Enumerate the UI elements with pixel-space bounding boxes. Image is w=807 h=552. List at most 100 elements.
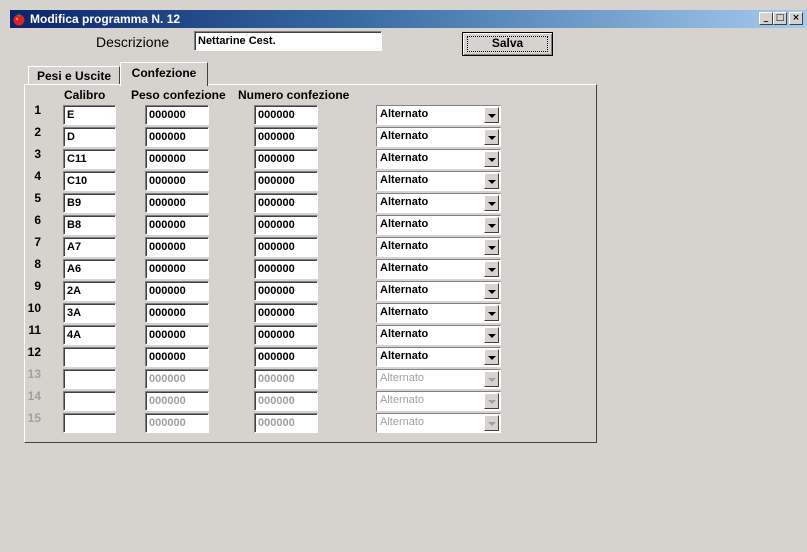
tipo-confezione-value: Alternato — [380, 174, 429, 186]
tipo-confezione-value: Alternato — [380, 350, 429, 362]
calibro-input[interactable]: 4A — [63, 325, 116, 345]
calibro-input[interactable]: B9 — [63, 193, 116, 213]
numero-confezione-input[interactable]: 000000 — [254, 171, 318, 191]
chevron-down-icon[interactable] — [484, 371, 499, 387]
numero-confezione-input[interactable]: 000000 — [254, 413, 318, 433]
calibro-input[interactable] — [63, 413, 116, 433]
numero-confezione-input[interactable]: 000000 — [254, 149, 318, 169]
calibro-input[interactable]: E — [63, 105, 116, 125]
tipo-confezione-select[interactable]: Alternato — [376, 127, 501, 147]
peso-confezione-input[interactable]: 000000 — [145, 347, 209, 367]
chevron-down-icon[interactable] — [484, 305, 499, 321]
calibro-input[interactable]: 3A — [63, 303, 116, 323]
chevron-down-icon[interactable] — [484, 239, 499, 255]
calibro-input[interactable]: C10 — [63, 171, 116, 191]
tipo-confezione-select[interactable]: Alternato — [376, 391, 501, 411]
peso-confezione-input[interactable]: 000000 — [145, 259, 209, 279]
tipo-confezione-value: Alternato — [380, 284, 429, 296]
peso-confezione-input[interactable]: 000000 — [145, 391, 209, 411]
tab-pesi-e-uscite[interactable]: Pesi e Uscite — [28, 66, 120, 85]
peso-confezione-input[interactable]: 000000 — [145, 325, 209, 345]
close-button[interactable]: × — [789, 12, 803, 25]
tipo-confezione-select[interactable]: Alternato — [376, 193, 501, 213]
peso-confezione-input[interactable]: 000000 — [145, 127, 209, 147]
chevron-down-icon[interactable] — [484, 349, 499, 365]
tipo-confezione-select[interactable]: Alternato — [376, 369, 501, 389]
window-title: Modifica programma N. 12 — [30, 12, 181, 26]
tab-confezione[interactable]: Confezione — [120, 62, 208, 86]
chevron-down-icon[interactable] — [484, 393, 499, 409]
calibro-input[interactable]: B8 — [63, 215, 116, 235]
chevron-down-icon[interactable] — [484, 261, 499, 277]
save-button[interactable]: Salva — [462, 32, 553, 56]
calibro-input[interactable]: C11 — [63, 149, 116, 169]
numero-confezione-input[interactable]: 000000 — [254, 325, 318, 345]
program-window: Modifica programma N. 12 _ □ × Descrizio… — [0, 0, 807, 552]
numero-confezione-input[interactable]: 000000 — [254, 215, 318, 235]
tipo-confezione-value: Alternato — [380, 196, 429, 208]
tipo-confezione-value: Alternato — [380, 130, 429, 142]
tipo-confezione-value: Alternato — [380, 394, 425, 406]
chevron-down-icon[interactable] — [484, 283, 499, 299]
peso-confezione-input[interactable]: 000000 — [145, 149, 209, 169]
tipo-confezione-select[interactable]: Alternato — [376, 149, 501, 169]
row-number: 15 — [27, 411, 41, 425]
chevron-down-icon[interactable] — [484, 151, 499, 167]
row-number: 2 — [34, 125, 41, 139]
numero-confezione-input[interactable]: 000000 — [254, 259, 318, 279]
peso-confezione-input[interactable]: 000000 — [145, 171, 209, 191]
peso-confezione-input[interactable]: 000000 — [145, 303, 209, 323]
tipo-confezione-value: Alternato — [380, 218, 429, 230]
tipo-confezione-select[interactable]: Alternato — [376, 325, 501, 345]
numero-confezione-input[interactable]: 000000 — [254, 237, 318, 257]
numero-confezione-input[interactable]: 000000 — [254, 193, 318, 213]
tipo-confezione-select[interactable]: Alternato — [376, 347, 501, 367]
descrizione-input[interactable]: Nettarine Cest. — [194, 31, 382, 51]
calibro-input[interactable]: A6 — [63, 259, 116, 279]
calibro-input[interactable] — [63, 347, 116, 367]
tipo-confezione-value: Alternato — [380, 328, 429, 340]
tipo-confezione-select[interactable]: Alternato — [376, 259, 501, 279]
tipo-confezione-select[interactable]: Alternato — [376, 413, 501, 433]
numero-confezione-input[interactable]: 000000 — [254, 281, 318, 301]
calibro-input[interactable] — [63, 391, 116, 411]
numero-confezione-input[interactable]: 000000 — [254, 347, 318, 367]
peso-confezione-input[interactable]: 000000 — [145, 105, 209, 125]
tipo-confezione-select[interactable]: Alternato — [376, 303, 501, 323]
chevron-down-icon[interactable] — [484, 129, 499, 145]
peso-confezione-input[interactable]: 000000 — [145, 281, 209, 301]
minimize-button[interactable]: _ — [759, 12, 773, 25]
numero-confezione-input[interactable]: 000000 — [254, 303, 318, 323]
row-number: 10 — [27, 301, 41, 315]
tipo-confezione-value: Alternato — [380, 108, 429, 120]
chevron-down-icon[interactable] — [484, 195, 499, 211]
calibro-input[interactable] — [63, 369, 116, 389]
tipo-confezione-select[interactable]: Alternato — [376, 171, 501, 191]
calibro-input[interactable]: 2A — [63, 281, 116, 301]
chevron-down-icon[interactable] — [484, 173, 499, 189]
maximize-button[interactable]: □ — [773, 12, 787, 25]
calibro-input[interactable]: D — [63, 127, 116, 147]
tipo-confezione-select[interactable]: Alternato — [376, 237, 501, 257]
tipo-confezione-value: Alternato — [380, 240, 429, 252]
calibro-input[interactable]: A7 — [63, 237, 116, 257]
numero-confezione-input[interactable]: 000000 — [254, 105, 318, 125]
numero-confezione-input[interactable]: 000000 — [254, 391, 318, 411]
title-bar[interactable]: Modifica programma N. 12 _ □ × — [10, 10, 807, 28]
tipo-confezione-select[interactable]: Alternato — [376, 281, 501, 301]
peso-confezione-input[interactable]: 000000 — [145, 413, 209, 433]
chevron-down-icon[interactable] — [484, 107, 499, 123]
numero-confezione-input[interactable]: 000000 — [254, 369, 318, 389]
peso-confezione-input[interactable]: 000000 — [145, 193, 209, 213]
peso-confezione-input[interactable]: 000000 — [145, 215, 209, 235]
chevron-down-icon[interactable] — [484, 415, 499, 431]
row-number: 5 — [34, 191, 41, 205]
numero-confezione-input[interactable]: 000000 — [254, 127, 318, 147]
chevron-down-icon[interactable] — [484, 327, 499, 343]
peso-confezione-input[interactable]: 000000 — [145, 369, 209, 389]
tipo-confezione-value: Alternato — [380, 372, 425, 384]
tipo-confezione-select[interactable]: Alternato — [376, 215, 501, 235]
chevron-down-icon[interactable] — [484, 217, 499, 233]
peso-confezione-input[interactable]: 000000 — [145, 237, 209, 257]
tipo-confezione-select[interactable]: Alternato — [376, 105, 501, 125]
